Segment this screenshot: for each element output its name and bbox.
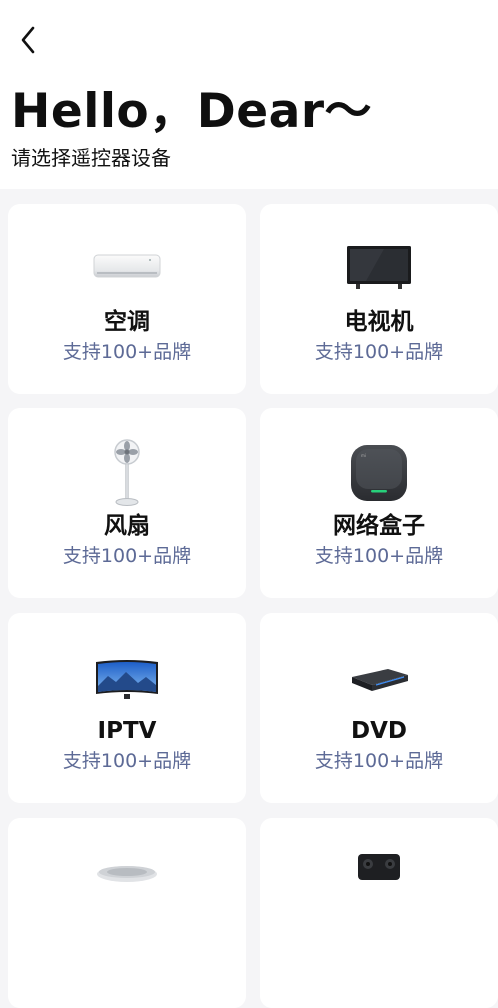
device-name: DVD <box>351 718 407 744</box>
device-name: 风扇 <box>104 513 150 539</box>
page-subtitle: 请选择遥控器设备 <box>11 146 171 170</box>
device-card-iptv[interactable]: IPTV 支持100+品牌 <box>8 613 246 803</box>
header: Hello，Dear～ 请选择遥控器设备 <box>0 0 498 189</box>
network-box-icon: mi <box>351 445 407 501</box>
device-card-fan[interactable]: 风扇 支持100+品牌 <box>8 408 246 598</box>
device-card-television[interactable]: 电视机 支持100+品牌 <box>260 204 498 394</box>
device-brands: 支持100+品牌 <box>314 750 444 772</box>
svg-text:mi: mi <box>361 453 366 458</box>
air-purifier-icon <box>97 866 157 882</box>
device-brands: 支持100+品牌 <box>314 545 444 567</box>
television-icon <box>347 246 411 289</box>
device-brands: 支持100+品牌 <box>62 545 192 567</box>
device-name: 空调 <box>104 309 150 335</box>
device-card-air-conditioner[interactable]: 空调 支持100+品牌 <box>8 204 246 394</box>
page-title: Hello，Dear～ <box>11 84 373 139</box>
device-brands: 支持100+品牌 <box>314 341 444 363</box>
air-conditioner-icon <box>93 254 161 278</box>
device-name: IPTV <box>97 718 157 744</box>
device-card-air-purifier[interactable] <box>8 818 246 1008</box>
iptv-icon <box>96 660 158 699</box>
dvd-player-icon <box>352 669 408 691</box>
speaker-icon <box>358 854 400 880</box>
back-button[interactable] <box>10 22 46 58</box>
device-card-network-box[interactable]: mi 网络盒子 支持100+品牌 <box>260 408 498 598</box>
device-name: 网络盒子 <box>333 513 425 539</box>
device-name: 电视机 <box>344 309 414 335</box>
device-brands: 支持100+品牌 <box>62 341 192 363</box>
device-card-speaker[interactable] <box>260 818 498 1008</box>
fan-icon <box>114 439 140 506</box>
chevron-left-icon <box>21 26 35 54</box>
device-card-dvd[interactable]: DVD 支持100+品牌 <box>260 613 498 803</box>
device-brands: 支持100+品牌 <box>62 750 192 772</box>
